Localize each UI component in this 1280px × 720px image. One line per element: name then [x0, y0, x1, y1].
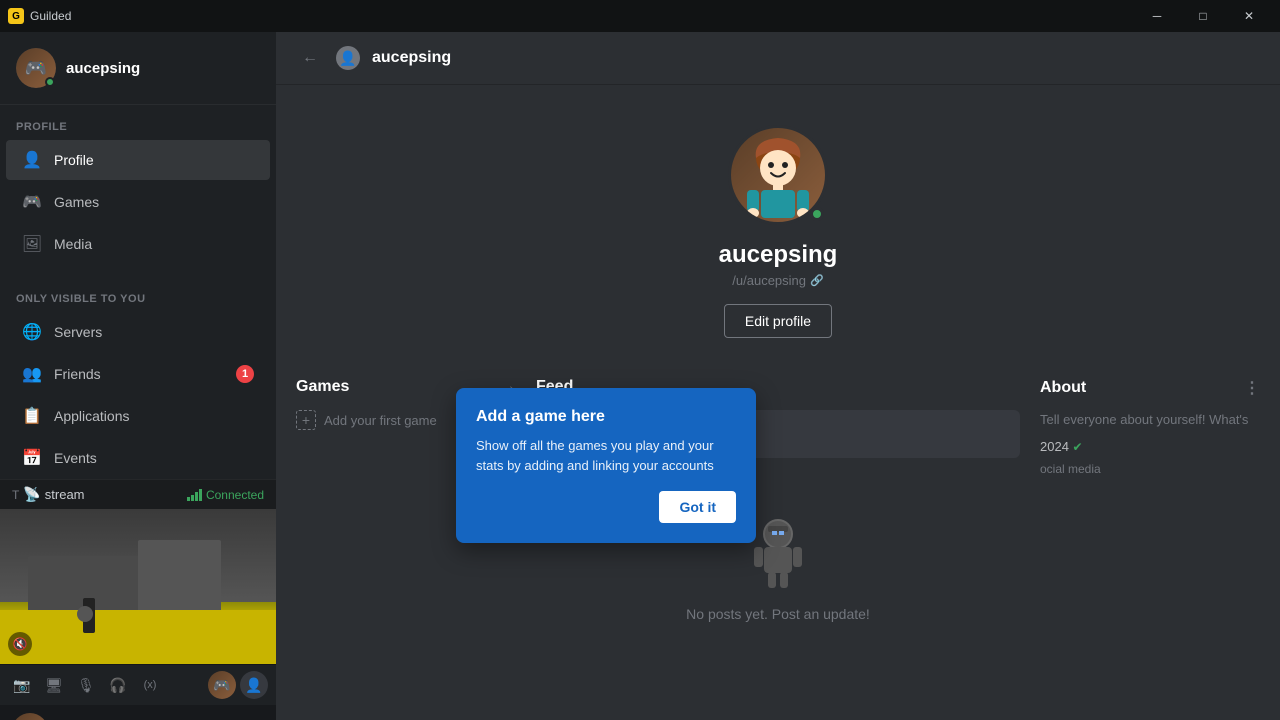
games-icon: 🎮 [22, 192, 42, 212]
stream-preview-content [0, 509, 276, 664]
avatar-icons: 🎮 👤 [208, 671, 268, 699]
guest-avatar-ctrl: 👤 [240, 671, 268, 699]
sidebar-friends-label: Friends [54, 366, 101, 382]
sidebar: 🎮 aucepsing Profile 👤 Profile 🎮 Games 🖼 … [0, 32, 276, 720]
no-posts-text: No posts yet. Post an update! [686, 606, 870, 622]
sidebar-item-profile[interactable]: 👤 Profile [6, 140, 270, 180]
main-header: ← 👤 aucepsing [276, 32, 1280, 85]
volume-button[interactable]: 🔇 [8, 632, 32, 656]
sidebar-servers-label: Servers [54, 324, 102, 340]
tooltip-popup: Add a game here Show off all the games y… [456, 388, 756, 543]
profile-icon: 👤 [22, 150, 42, 170]
scene-ground [0, 610, 276, 664]
add-game-label: Add your first game [324, 413, 437, 428]
bar-3 [195, 492, 198, 501]
sidebar-item-games[interactable]: 🎮 Games [6, 182, 270, 222]
minimize-button[interactable]: ─ [1134, 0, 1180, 32]
bar-1 [187, 497, 190, 501]
stream-preview: 🔇 [0, 509, 276, 664]
sidebar-item-media[interactable]: 🖼 Media [6, 224, 270, 264]
titlebar: G Guilded ─ □ ✕ [0, 0, 1280, 32]
user-bottom-avatar-wrap: 🎮 [12, 713, 48, 720]
user-bottom-avatar: 🎮 [12, 713, 48, 720]
sidebar-media-label: Media [54, 236, 92, 252]
titlebar-left: G Guilded [8, 8, 71, 24]
add-game-icon: + [296, 410, 316, 430]
tooltip-description: Show off all the games you play and your… [476, 436, 736, 475]
about-joined: 2024 ✔ [1040, 439, 1260, 454]
stream-bar: T 📡 stream Connected [0, 479, 276, 509]
copy-handle-icon[interactable]: 🔗 [810, 274, 824, 287]
profile-status-dot [810, 207, 824, 221]
events-icon: 📅 [22, 448, 42, 468]
connected-label: Connected [206, 488, 264, 502]
verified-icon: ✔ [1073, 440, 1083, 454]
about-title-label: About [1040, 379, 1086, 397]
friends-icon: 👥 [22, 364, 42, 384]
profile-section-label: Profile [0, 105, 276, 139]
social-media-link: ocial media [1040, 462, 1260, 476]
sidebar-user-header: 🎮 aucepsing [0, 32, 276, 105]
about-section-title: About ⋮ [1040, 378, 1260, 398]
sidebar-profile-label: Profile [54, 152, 94, 168]
content-sections: Games → + Add your first game Feed 🎮 Wri… [276, 358, 1280, 720]
sidebar-item-events[interactable]: 📅 Events [6, 438, 270, 478]
camera-button[interactable]: 📷 [8, 671, 36, 699]
header-user-icon: 👤 [336, 46, 360, 70]
edit-profile-button[interactable]: Edit profile [724, 304, 832, 338]
back-button[interactable]: ← [296, 44, 324, 72]
social-label: ocial media [1040, 462, 1101, 476]
close-button[interactable]: ✕ [1226, 0, 1272, 32]
user-bottom-bar: 🎮 aucepsing Set a status @ ⚙ ··· [0, 705, 276, 720]
media-icon: 🖼 [22, 234, 42, 254]
sidebar-item-applications[interactable]: 📋 Applications [6, 396, 270, 436]
profile-name: aucepsing [719, 241, 838, 269]
sidebar-username: aucepsing [66, 60, 140, 77]
app-body: 🎮 aucepsing Profile 👤 Profile 🎮 Games 🖼 … [0, 32, 1280, 720]
tooltip-got-it-button[interactable]: Got it [659, 491, 736, 523]
games-title-label: Games [296, 378, 349, 396]
profile-avatar-svg [733, 130, 823, 220]
stream-type-icon: T [12, 488, 19, 502]
sidebar-status-dot [45, 77, 55, 87]
about-more-button[interactable]: ⋮ [1244, 378, 1260, 398]
profile-handle: /u/aucepsing 🔗 [732, 273, 823, 288]
friends-badge: 1 [236, 365, 254, 383]
screen-share-button[interactable]: 🖥 [40, 671, 68, 699]
bar-2 [191, 495, 194, 501]
tooltip-title: Add a game here [476, 408, 736, 426]
stream-label: stream [45, 487, 187, 502]
profile-avatar-wrap [728, 125, 828, 225]
visibility-label: Only visible to you [0, 281, 276, 311]
profile-handle-text: /u/aucepsing [732, 273, 806, 288]
window-controls: ─ □ ✕ [1134, 0, 1272, 32]
scene-building-2 [138, 540, 221, 618]
mic-button[interactable]: 🎙 [72, 671, 100, 699]
about-joined-value: 2024 ✔ [1040, 439, 1260, 454]
applications-icon: 📋 [22, 406, 42, 426]
section-about: About ⋮ Tell everyone about yourself! Wh… [1040, 378, 1260, 700]
headphones-button[interactable]: 🎧 [104, 671, 132, 699]
sidebar-applications-label: Applications [54, 408, 130, 424]
signal-bars [187, 489, 202, 501]
bar-4 [199, 489, 202, 501]
main-content: ← 👤 aucepsing [276, 32, 1280, 720]
header-username: aucepsing [372, 49, 451, 67]
sidebar-games-label: Games [54, 194, 99, 210]
maximize-button[interactable]: □ [1180, 0, 1226, 32]
servers-icon: 🌐 [22, 322, 42, 342]
user-avatar-ctrl: 🎮 [208, 671, 236, 699]
app-logo: G [8, 8, 24, 24]
xbox-button[interactable]: (x) [136, 671, 164, 699]
bottom-controls: 📷 🖥 🎙 🎧 (x) 🎮 👤 [0, 664, 276, 705]
app-title: Guilded [30, 9, 71, 23]
stream-connected: Connected [187, 488, 264, 502]
about-description: Tell everyone about yourself! What's [1040, 412, 1260, 427]
stream-icon: 📡 [23, 486, 40, 503]
sidebar-item-friends[interactable]: 👥 Friends 1 [6, 354, 270, 394]
sidebar-user-avatar-wrap: 🎮 [16, 48, 56, 88]
sidebar-item-servers[interactable]: 🌐 Servers [6, 312, 270, 352]
profile-area: aucepsing /u/aucepsing 🔗 Edit profile [276, 85, 1280, 358]
sidebar-events-label: Events [54, 450, 97, 466]
